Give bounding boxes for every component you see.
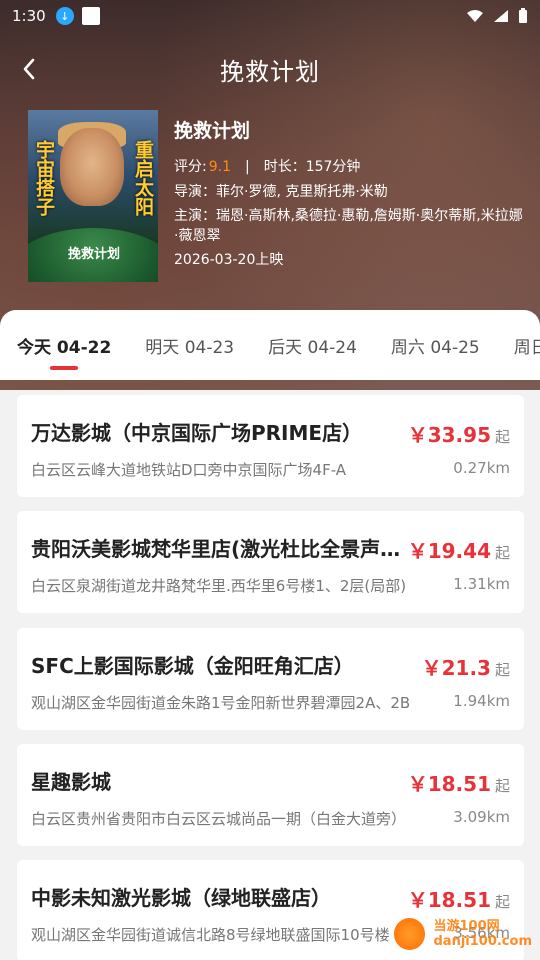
cinema-distance: 1.94km [453,692,510,710]
separator: | [244,159,250,175]
list-item[interactable]: 贵阳沃美影城梵华里店(激光杜比全景声厅) ￥19.44 起 白云区泉湖街道龙井路梵… [17,511,524,613]
movie-name: 挽救计划 [174,120,251,142]
price-value: ￥18.51 [407,772,491,796]
page-title: 挽救计划 [220,57,320,86]
score-duration-line: 评分: 9.1 | 时长：157分钟 [174,156,360,176]
price-suffix: 起 [494,544,510,562]
movie-poster[interactable]: 宇宙搭子 重启太阳 挽救计划 [28,110,158,282]
list-item[interactable]: SFC上影国际影城（金阳旺角汇店） ￥21.3 起 观山湖区金华园街道金朱路1号金… [17,628,524,730]
download-icon: ↓ [55,7,74,25]
cast: 主演：瑞恩·高斯林,桑德拉·惠勒,詹姆斯·奥尔蒂斯,米拉娜·薇恩翠 [174,208,523,244]
battery-icon [519,8,527,23]
movie-info: 宇宙搭子 重启太阳 挽救计划 挽救计划 评分: 9.1 | 时长：157分钟 导演：菲… [28,110,528,285]
cinema-price: ￥19.44 起 [408,535,510,564]
cinema-distance: 1.31km [453,575,510,593]
list-item[interactable]: 星趣影城 ￥18.51 起 白云区贵州省贵阳市白云区云城尚品一期（白金大道旁） 3… [17,744,524,846]
cinema-address: 白云区泉湖街道龙井路梵华里.西华里6号楼1、2层(局部) [31,577,407,595]
price-value: ￥21.3 [421,656,491,680]
watermark-line2: danji100.com [433,934,532,949]
active-tab-indicator [50,366,78,370]
signal-icon [494,10,508,22]
cinema-address: 观山湖区金华园街道金朱路1号金阳新世界碧潭园2A、2B [31,694,411,712]
tab-sunday[interactable]: 周日 04-26 [514,333,540,358]
cinema-price: ￥21.3 起 [422,652,510,681]
poster-tagline-left: 宇宙搭子 [33,140,55,216]
price-value: ￥19.44 [407,539,491,563]
tab-day-after[interactable]: 后天 04-24 [268,333,357,358]
cinema-name: SFC上影国际影城（金阳旺角汇店） [31,654,354,678]
price-suffix: 起 [494,777,510,795]
cinema-address: 白云区云峰大道地铁站D口旁中京国际广场4F-A [31,461,347,479]
cinema-distance: 3.09km [453,808,510,826]
cinema-price: ￥18.51 起 [408,768,510,797]
watermark-text: 当游100网 danji100.com [433,919,532,949]
wifi-icon [467,10,483,22]
director: 导演：菲尔·罗德, 克里斯托弗·米勒 [174,184,388,200]
cinema-name: 万达影城（中京国际广场PRIME店） [31,421,363,445]
cinema-name: 贵阳沃美影城梵华里店(激光杜比全景声厅) [31,537,401,561]
date-tabs: 今天 04-22 明天 04-23 后天 04-24 周六 04-25 周日 0… [0,310,540,380]
cinema-price: ￥18.51 起 [408,884,510,913]
watermark-line1: 当游100网 [433,919,500,934]
list-item[interactable]: 万达影城（中京国际广场PRIME店） ￥33.95 起 白云区云峰大道地铁站D口旁… [17,395,524,497]
poster-tagline-right: 重启太阳 [132,140,154,216]
cinema-address: 观山湖区金华园街道诚信北路8号绿地联盛国际10号楼 [31,926,390,944]
cinema-name: 星趣影城 [31,770,111,794]
watermark-logo-icon [392,916,428,952]
cinema-name: 中影未知激光影城（绿地联盛店） [31,886,331,910]
tab-today[interactable]: 今天 04-22 [17,333,111,358]
cinema-distance: 0.27km [453,459,510,477]
price-value: ￥18.51 [407,888,491,912]
score-label: 评分: [174,159,207,175]
app-notification-icon [81,7,100,25]
score-value: 9.1 [208,159,231,175]
top-navigation-bar: 挽救计划 [0,44,540,94]
back-button[interactable] [14,54,44,84]
price-value: ￥33.95 [407,423,491,447]
duration: 时长：157分钟 [263,159,361,175]
poster-title: 挽救计划 [68,247,121,262]
cinema-address: 白云区贵州省贵阳市白云区云城尚品一期（白金大道旁） [31,810,407,828]
tab-saturday[interactable]: 周六 04-25 [391,333,480,358]
tab-tomorrow[interactable]: 明天 04-23 [145,333,234,358]
price-suffix: 起 [494,893,510,911]
price-suffix: 起 [494,428,510,446]
status-time: 1:30 [12,7,46,25]
cinema-price: ￥33.95 起 [408,419,510,448]
release-date: 2026-03-20上映 [174,252,284,268]
chevron-left-icon [23,58,35,80]
poster-face-art [60,128,124,206]
price-suffix: 起 [494,661,510,679]
site-watermark: 当游100网 danji100.com [392,912,532,956]
status-bar: 1:30 ↓ [0,0,540,32]
